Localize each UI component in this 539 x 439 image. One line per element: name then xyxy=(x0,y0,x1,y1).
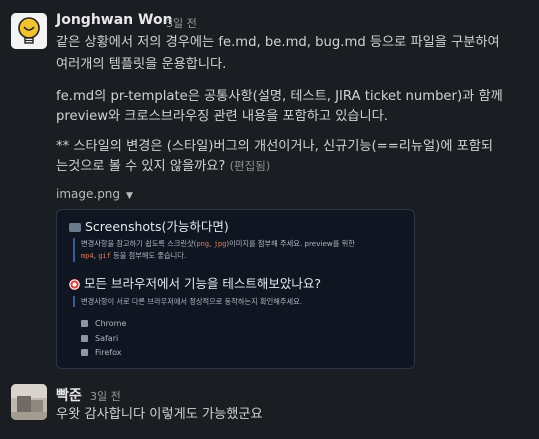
dart-icon xyxy=(69,279,80,290)
image-checkbox-firefox: Firefox xyxy=(81,348,121,357)
image-checkbox-safari: Safari xyxy=(81,334,118,343)
message-text-line-last: 는것으로 볼 수 있지 않을까요? (편집됨) xyxy=(56,157,270,176)
checkbox-icon xyxy=(81,320,88,327)
message-text-line: 우왓 감사합니다 이렇게도 가능했군요 xyxy=(56,407,263,422)
author-name[interactable]: Jonghwan Won xyxy=(56,12,173,28)
image-checkbox-chrome: Chrome xyxy=(81,319,126,328)
checkbox-icon xyxy=(81,349,88,356)
image-heading-screenshots: Screenshots(가능하다면) xyxy=(69,216,229,235)
timestamp[interactable]: 3일 전 xyxy=(166,15,197,31)
avatar-photo-icon xyxy=(11,384,47,420)
edited-label: (편집됨) xyxy=(229,159,271,173)
avatar[interactable] xyxy=(11,384,47,420)
message-text-line: 여러개의 템플릿을 운용합니다. xyxy=(56,57,227,72)
attachment-image[interactable]: Screenshots(가능하다면) 변경사항을 참고하기 쉽도록 스크린샷(p… xyxy=(56,209,415,369)
image-quote-screenshots: 변경사항을 참고하기 쉽도록 스크린샷(png, jpg)이미지를 첨부해 주세… xyxy=(73,238,355,262)
image-heading-browsers: 모든 브라우저에서 기능을 테스트해보았나요? xyxy=(69,273,321,292)
timestamp[interactable]: 3일 전 xyxy=(90,388,121,404)
message-text-line: ** 스타일의 변경은 (스타일)버그의 개선이거나, 신규기능(==리뉴얼)에… xyxy=(56,139,494,154)
message-text-line: 같은 상황에서 저의 경우에는 fe.md, be.md, bug.md 등으로… xyxy=(56,35,500,50)
message-text-line: fe.md의 pr-template은 공통사항(설명, 테스트, JIRA t… xyxy=(56,89,503,104)
message-text-line: preview와 크로스브라우징 관련 내용을 포함하고 있습니다. xyxy=(56,109,388,124)
image-quote-browsers: 변경사항이 서로 다른 브라우저에서 정상적으로 동작하는지 확인해주세요. xyxy=(73,296,302,307)
avatar[interactable] xyxy=(11,13,47,49)
attachment-filename[interactable]: image.png ▼ xyxy=(56,187,133,201)
chevron-down-icon[interactable]: ▼ xyxy=(126,191,133,201)
message-text: 는것으로 볼 수 있지 않을까요? xyxy=(56,159,226,174)
checkbox-icon xyxy=(81,335,88,342)
camera-icon xyxy=(69,223,81,232)
attachment-filename-text: image.png xyxy=(56,187,121,201)
avatar-lightbulb-icon xyxy=(11,13,47,49)
author-name[interactable]: 빡준 xyxy=(56,385,82,405)
